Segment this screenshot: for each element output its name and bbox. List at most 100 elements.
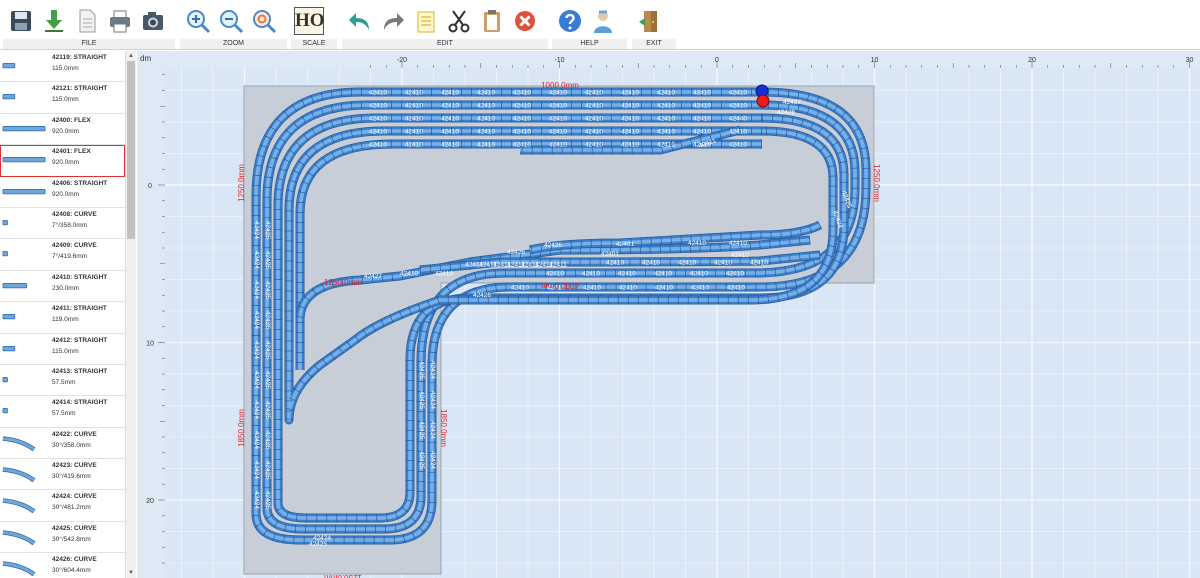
zoom-in-button[interactable] — [183, 5, 213, 37]
track-part-label: 42410 — [642, 260, 660, 267]
scrollbar-thumb[interactable] — [127, 61, 135, 239]
part-dimension: 115.0mm — [52, 65, 79, 72]
y-tick-label: 0 — [148, 183, 152, 190]
part-item[interactable]: 42408: CURVE 7°/358.0mm — [0, 208, 125, 240]
part-item[interactable]: 42414: STRAIGHT 57.5mm — [0, 396, 125, 428]
toolbar-group-file: FILE — [3, 0, 175, 50]
redo-button[interactable] — [378, 5, 408, 37]
download-button[interactable] — [39, 5, 69, 37]
notes-button[interactable] — [411, 5, 441, 37]
track-part-label: 42410 — [513, 116, 531, 123]
track-part-label: 42425 — [264, 341, 271, 359]
track-part-label: 42410 — [582, 271, 600, 278]
track-part-label: 42410 — [405, 103, 423, 110]
zoom-fit-button[interactable] — [249, 5, 279, 37]
track-part-label: 42425 — [264, 281, 271, 299]
track-part-label: 42410 — [619, 285, 637, 292]
part-item[interactable]: 42121: STRAIGHT 115.0mm — [0, 82, 125, 114]
track-piece-icon — [2, 376, 8, 383]
part-dimension: 57.5mm — [52, 410, 76, 418]
assistant-button[interactable] — [588, 5, 618, 37]
track-part-label: 42424 — [253, 401, 260, 419]
track-part-label: 42410 — [549, 116, 567, 123]
part-item[interactable]: 42401: FLEX 920.0mm — [0, 145, 125, 177]
part-name: 42400: FLEX — [52, 116, 91, 124]
undo-button[interactable] — [345, 5, 375, 37]
track-part-label: 42410 — [441, 116, 459, 123]
print-icon — [110, 10, 130, 33]
part-dimension: 30°/542.8mm — [52, 535, 91, 543]
zoom-out-button[interactable] — [216, 5, 246, 37]
part-dimension: 115.0mm — [52, 347, 79, 355]
track-part-label: 42401 — [616, 241, 634, 248]
help-button[interactable] — [555, 5, 585, 37]
ho-scale-icon: HO — [294, 7, 325, 35]
part-name: 42121: STRAIGHT — [52, 85, 108, 93]
layout-canvas[interactable]: dm-20-1001020304001020424104241042410424… — [137, 51, 1200, 578]
track-part-label: 42424 — [253, 281, 260, 299]
scissors-icon — [448, 10, 470, 33]
track-part-label: 42410 — [585, 116, 603, 123]
track-part-label: 42410 — [435, 271, 453, 278]
part-item[interactable]: 42425: CURVE 30°/542.8mm — [0, 522, 125, 554]
clipboard-button[interactable] — [477, 5, 507, 37]
track-part-label: 42410 — [691, 285, 709, 292]
track-part-label: 42425 — [418, 421, 425, 439]
print-button[interactable] — [105, 5, 135, 37]
track-part-label: 42425 — [264, 461, 271, 479]
scroll-up-icon[interactable]: ▲ — [126, 51, 136, 61]
part-item[interactable]: 42412: STRAIGHT 115.0mm — [0, 334, 125, 365]
track-part-label: 42410 — [477, 129, 495, 136]
part-dimension: 920.0mm — [52, 159, 80, 167]
parts-sidebar: 42119: STRAIGHT 115.0mm 42121: STRAIGHT 115… — [0, 51, 136, 578]
layout-drawing[interactable]: dm-20-1001020304001020424104241042410424… — [137, 51, 1200, 578]
track-part-label: 42440 — [729, 116, 747, 123]
part-item[interactable]: 42409: CURVE 7°/419.6mm — [0, 239, 125, 271]
part-item[interactable]: 42424: CURVE 30°/481.2mm — [0, 490, 125, 522]
track-part-label: 42410 — [549, 129, 567, 136]
part-name: 42411: STRAIGHT — [52, 305, 107, 313]
track-part-label: 42410 — [693, 90, 711, 97]
toolbar-group-label: SCALE — [291, 39, 337, 49]
save-button[interactable] — [6, 5, 36, 37]
part-item[interactable]: 42410: STRAIGHT 230.0mm — [0, 271, 125, 303]
new-document-button[interactable] — [72, 5, 102, 37]
track-part-label: 42424 — [429, 451, 436, 469]
part-item[interactable]: 42423: CURVE 30°/419.6mm — [0, 459, 125, 491]
track-end-marker-red[interactable] — [756, 94, 770, 108]
scroll-down-icon[interactable]: ▼ — [126, 568, 136, 578]
track-part-label: 42410 — [731, 252, 749, 259]
sidebar-scrollbar[interactable]: ▲ ▼ — [125, 51, 136, 578]
track-piece-icon — [2, 408, 8, 414]
track-piece-icon — [2, 435, 36, 452]
dimension-label: 1250.0mm — [324, 278, 362, 287]
part-dimension: 230.0mm — [52, 284, 80, 292]
exit-door-button[interactable] — [635, 5, 665, 37]
scissors-button[interactable] — [444, 5, 474, 37]
part-item[interactable]: 42413: STRAIGHT 57.5mm — [0, 365, 125, 397]
part-dimension: 7°/358.0mm — [52, 221, 88, 229]
track-part-label: 42425 — [264, 491, 271, 509]
toolbar-group-label: EDIT — [342, 39, 548, 49]
x-tick-label: 30 — [1186, 57, 1194, 64]
track-part-label: 42410 — [477, 90, 495, 97]
track-part-label: 42426 — [777, 109, 795, 116]
camera-button[interactable] — [138, 5, 168, 37]
part-item[interactable]: 42422: CURVE 30°/358.0mm — [0, 428, 125, 460]
track-part-label: 42427 — [783, 99, 801, 106]
part-item[interactable]: 42426: CURVE 30°/604.4mm — [0, 553, 125, 578]
part-item[interactable]: 42406: STRAIGHT 920.0mm — [0, 177, 125, 208]
ho-scale-button[interactable]: HO — [294, 5, 325, 37]
track-part-label: 42410 — [621, 90, 639, 97]
part-item[interactable]: 42411: STRAIGHT 119.0mm — [0, 302, 125, 334]
track-part-label: 42410 — [513, 103, 531, 110]
track-part-label: 42427 — [364, 273, 382, 280]
track-part-label: 42410 — [655, 285, 673, 292]
part-dimension: 30°/604.4mm — [52, 567, 91, 575]
clipboard-icon — [484, 10, 500, 32]
track-part-label: 42410 — [583, 285, 601, 292]
delete-button[interactable] — [510, 5, 540, 37]
part-item[interactable]: 42400: FLEX 920.0mm — [0, 114, 125, 146]
zoom-out-icon — [220, 10, 244, 34]
part-item[interactable]: 42119: STRAIGHT 115.0mm — [0, 51, 125, 83]
